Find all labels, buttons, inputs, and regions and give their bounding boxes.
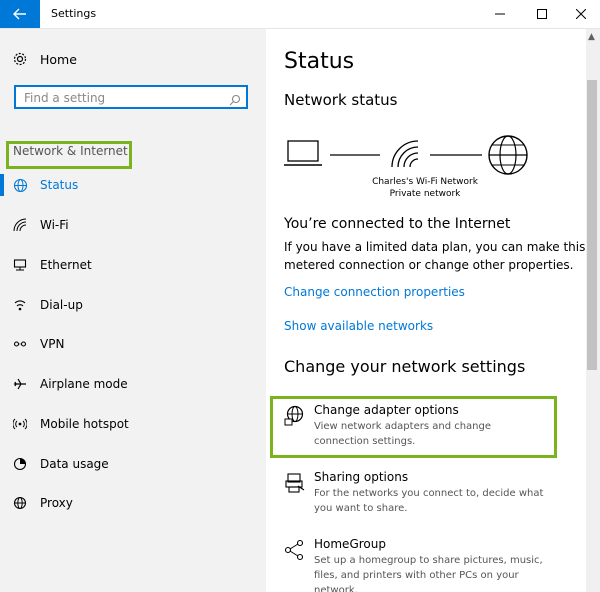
back-arrow-icon <box>13 8 26 20</box>
network-status-heading: Network status <box>284 91 398 109</box>
sidebar-item-ethernet[interactable]: Ethernet <box>0 246 266 284</box>
sidebar-item-label: Dial-up <box>40 298 83 312</box>
sidebar-item-label: Status <box>40 178 79 192</box>
option-title: HomeGroup <box>314 537 386 551</box>
gear-icon <box>12 51 28 67</box>
sidebar-item-dial-up[interactable]: Dial-up <box>0 286 266 324</box>
title-bar: Settings <box>0 0 600 29</box>
airplane-icon <box>12 376 28 392</box>
dial-up-icon <box>12 297 28 313</box>
close-button[interactable] <box>564 0 598 28</box>
search-field[interactable]: Find a setting <box>14 85 248 109</box>
hotspot-icon <box>12 416 28 432</box>
ethernet-icon <box>12 257 28 273</box>
close-icon <box>576 9 586 19</box>
maximize-button[interactable] <box>525 0 559 28</box>
option-title: Sharing options <box>314 470 409 484</box>
network-type: Private network <box>389 189 461 199</box>
wifi-signal-icon <box>391 140 419 168</box>
connected-heading: You’re connected to the Internet <box>284 216 511 232</box>
option-description: For the networks you connect to, decide … <box>314 488 544 514</box>
scrollbar-thumb[interactable] <box>587 80 597 370</box>
home-label: Home <box>40 51 77 67</box>
adapter-options-highlight-box <box>270 396 557 458</box>
globe-icon <box>12 177 28 193</box>
vpn-icon <box>12 336 28 352</box>
internet-globe-icon <box>488 135 528 175</box>
sidebar-item-data-usage[interactable]: Data usage <box>0 445 266 483</box>
sidebar-item-label: Proxy <box>40 496 73 510</box>
sidebar-item-label: Data usage <box>40 457 109 471</box>
scroll-up-arrow-icon[interactable]: ▲ <box>588 32 595 42</box>
sidebar-item-airplane-mode[interactable]: Airplane mode <box>0 365 266 403</box>
laptop-icon <box>284 140 322 166</box>
proxy-icon <box>12 495 28 511</box>
connected-description: If you have a limited data plan, you can… <box>284 238 586 274</box>
sidebar-item-proxy[interactable]: Proxy <box>0 484 266 522</box>
search-placeholder: Find a setting <box>24 91 106 105</box>
change-settings-heading: Change your network settings <box>284 357 526 376</box>
sidebar-item-label: Ethernet <box>40 258 92 272</box>
homegroup-option[interactable]: HomeGroup Set up a homegroup to share pi… <box>284 537 584 592</box>
active-indicator <box>0 174 4 196</box>
sharing-icon <box>285 473 305 493</box>
back-button[interactable] <box>0 0 40 28</box>
minimize-icon <box>495 13 505 15</box>
sidebar-item-status[interactable]: Status <box>0 166 266 204</box>
change-connection-properties-link[interactable]: Change connection properties <box>284 285 465 299</box>
sidebar-item-label: VPN <box>40 337 65 351</box>
wifi-icon <box>12 217 28 233</box>
option-description: Set up a homegroup to share pictures, mu… <box>314 555 543 592</box>
sharing-options[interactable]: Sharing options For the networks you con… <box>284 470 584 520</box>
sidebar-item-vpn[interactable]: VPN <box>0 325 266 363</box>
sidebar-item-mobile-hotspot[interactable]: Mobile hotspot <box>0 405 266 443</box>
search-icon <box>229 91 241 110</box>
sidebar-item-label: Airplane mode <box>40 377 128 391</box>
sidebar: Home Find a setting Network & Internet S… <box>0 29 266 592</box>
home-nav-item[interactable]: Home <box>12 51 77 67</box>
status-highlight-box <box>6 141 132 169</box>
homegroup-icon <box>284 539 304 561</box>
network-info: Charles's Wi-Fi Network Private network <box>266 176 584 200</box>
maximize-icon <box>537 9 547 19</box>
connected-desc-line1: If you have a limited data plan, you can… <box>284 240 586 254</box>
sidebar-item-label: Wi-Fi <box>40 218 69 232</box>
page-title: Status <box>284 49 355 74</box>
network-name: Charles's Wi-Fi Network <box>372 177 478 187</box>
main-content: Status Network status Charles's Wi-Fi Ne… <box>266 29 586 592</box>
data-usage-icon <box>12 456 28 472</box>
sidebar-item-label: Mobile hotspot <box>40 417 129 431</box>
minimize-button[interactable] <box>483 0 517 28</box>
window-title: Settings <box>51 7 97 20</box>
sidebar-item-wifi[interactable]: Wi-Fi <box>0 206 266 244</box>
connected-desc-line2: metered connection or change other prope… <box>284 258 574 272</box>
show-available-networks-link[interactable]: Show available networks <box>284 319 433 333</box>
